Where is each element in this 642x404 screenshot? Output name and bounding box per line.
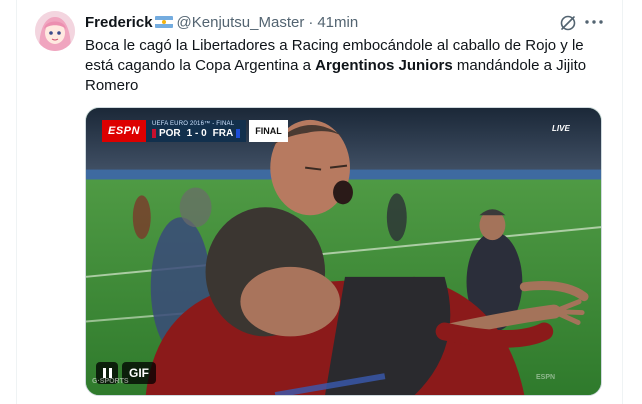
watermark-right: ESPN bbox=[536, 374, 556, 381]
tweet-text-line2-end: mandándole a Jijito bbox=[452, 57, 587, 74]
away-team-name: FRA bbox=[212, 128, 234, 139]
author-name[interactable]: Frederick bbox=[85, 14, 153, 31]
timeline-border-left bbox=[16, 0, 17, 404]
avatar[interactable] bbox=[35, 11, 75, 51]
grok-icon[interactable] bbox=[559, 14, 577, 32]
author-handle[interactable]: @Kenjutsu_Master bbox=[177, 14, 305, 31]
away-team: FRA bbox=[213, 128, 241, 139]
more-icon[interactable] bbox=[584, 12, 604, 32]
network-logo: ESPN bbox=[102, 120, 146, 142]
timeline-border-right bbox=[622, 0, 623, 404]
tweet-media-gif[interactable]: ESPN UEFA EURO 2016™ - FINAL POR 1 - 0 F… bbox=[85, 107, 602, 396]
match-status: FINAL bbox=[249, 120, 288, 142]
tweet-text-line2-start: está cagando la Copa Argentina a bbox=[85, 57, 316, 74]
tweet-timestamp[interactable]: 41min bbox=[317, 14, 358, 31]
flag-argentina-icon bbox=[154, 16, 173, 28]
tweet-text-bold: Argentinos Juniors bbox=[315, 57, 453, 74]
gif-frame bbox=[86, 108, 601, 395]
home-team: POR bbox=[151, 128, 181, 139]
match-score: 1 - 0 bbox=[186, 128, 207, 139]
home-team-name: POR bbox=[158, 128, 181, 139]
competition-label: UEFA EURO 2016™ - FINAL bbox=[151, 121, 235, 127]
live-tag: LIVE bbox=[552, 124, 570, 133]
watermark-left: G·SPORTS bbox=[92, 378, 129, 385]
score-panel: UEFA EURO 2016™ - FINAL POR 1 - 0 FRA bbox=[145, 120, 247, 142]
tweet-text-line1: Boca le cagó la Libertadores a Racing em… bbox=[85, 37, 584, 54]
tweet-text-line3: Romero bbox=[85, 77, 139, 94]
tweet-header: Frederick @Kenjutsu_Master · 41min bbox=[85, 12, 358, 32]
separator-dot: · bbox=[308, 13, 314, 31]
scorebug: ESPN UEFA EURO 2016™ - FINAL POR 1 - 0 F… bbox=[102, 120, 288, 142]
tweet-text: Boca le cagó la Libertadores a Racing em… bbox=[85, 36, 605, 96]
